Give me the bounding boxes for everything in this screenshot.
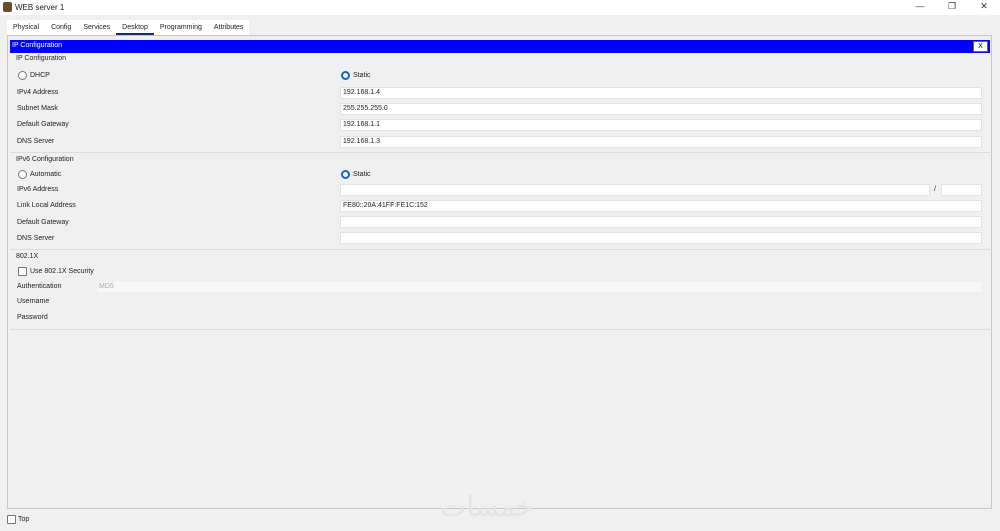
ipv4-address-input[interactable]: 192.168.1.4 [340, 87, 982, 99]
automatic-label: Automatic [30, 171, 62, 178]
ipv6-address-label: IPv6 Address [17, 186, 59, 193]
use-8021x-checkbox[interactable] [18, 267, 27, 276]
default-gateway-input[interactable]: 192.168.1.1 [340, 119, 982, 131]
divider [10, 152, 990, 153]
top-label: Top [18, 516, 30, 523]
ipv6-dns-label: DNS Server [17, 235, 55, 242]
maximize-button[interactable]: ❐ [942, 1, 962, 13]
link-local-label: Link Local Address [17, 202, 76, 209]
ipv6-section-title: IPv6 Configuration [16, 156, 74, 163]
dhcp-label: DHCP [30, 72, 50, 79]
ipv4-address-label: IPv4 Address [17, 89, 59, 96]
username-label: Username [17, 298, 50, 305]
dhcp-radio[interactable] [18, 71, 27, 80]
divider [10, 329, 990, 330]
authentication-select[interactable]: MD5 [96, 281, 982, 293]
top-checkbox[interactable] [7, 515, 16, 524]
static-radio[interactable] [341, 71, 350, 80]
dns-server-label: DNS Server [17, 138, 55, 145]
tab-services[interactable]: Services [77, 20, 116, 35]
link-local-input[interactable]: FE80::20A:41FF:FE1C:152 [340, 200, 982, 212]
ipv6-static-label: Static [353, 171, 371, 178]
close-ip-config-button[interactable]: X [973, 41, 988, 52]
static-label: Static [353, 72, 371, 79]
subnet-mask-label: Subnet Mask [17, 105, 58, 112]
password-label: Password [17, 314, 48, 321]
prefix-separator: / [934, 186, 936, 193]
divider [10, 249, 990, 250]
tab-physical[interactable]: Physical [7, 20, 45, 35]
ipv6-address-input[interactable] [340, 184, 930, 196]
default-gateway-label: Default Gateway [17, 121, 69, 128]
close-window-button[interactable]: ✕ [974, 1, 994, 13]
tab-attributes[interactable]: Attributes [208, 20, 250, 35]
authentication-label: Authentication [17, 283, 62, 290]
tab-programming[interactable]: Programming [154, 20, 208, 35]
watermark-logo: خمسات [440, 491, 534, 522]
use-8021x-label: Use 802.1X Security [30, 268, 94, 275]
tab-bar: Physical Config Services Desktop Program… [7, 20, 250, 35]
tab-config[interactable]: Config [45, 20, 77, 35]
ipv6-static-radio[interactable] [341, 170, 350, 179]
minimize-button[interactable]: — [910, 1, 930, 13]
automatic-radio[interactable] [18, 170, 27, 179]
dot1x-section-title: 802.1X [16, 253, 39, 260]
tab-desktop[interactable]: Desktop [116, 20, 154, 35]
title-bar [0, 0, 1000, 15]
ipv6-gateway-label: Default Gateway [17, 219, 69, 226]
ipv6-prefix-input[interactable] [941, 184, 982, 196]
app-icon [3, 2, 12, 12]
ipv6-dns-input[interactable] [340, 232, 982, 244]
ip-config-header: IP Configuration [10, 40, 990, 53]
ipv6-gateway-input[interactable] [340, 216, 982, 228]
ipv4-section-title: IP Configuration [16, 55, 67, 62]
window-title: WEB server 1 [15, 3, 65, 12]
dns-server-input[interactable]: 192.168.1.3 [340, 136, 982, 148]
subnet-mask-input[interactable]: 255.255.255.0 [340, 103, 982, 115]
